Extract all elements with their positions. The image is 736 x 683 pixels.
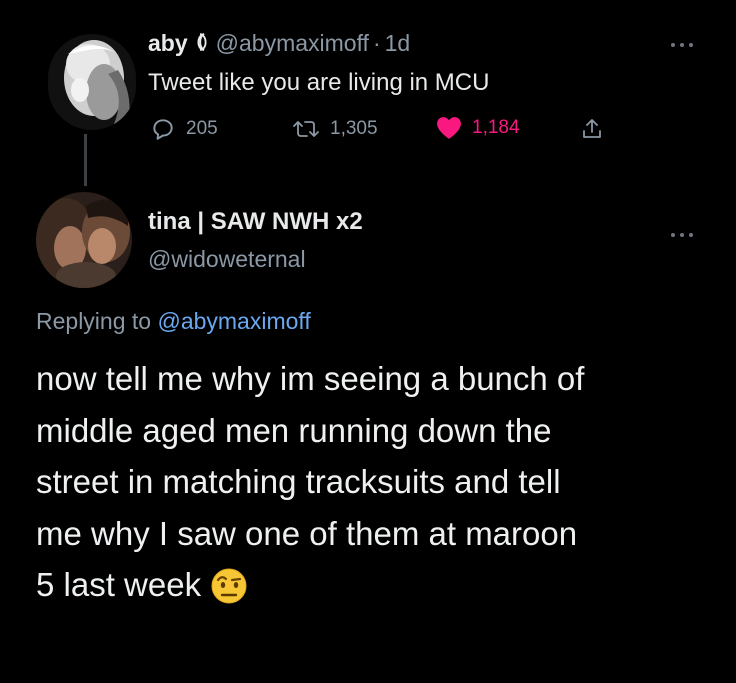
retweet-icon [293, 121, 319, 137]
tweet1-action-bar: 205 1,305 1,184 [148, 116, 618, 146]
tweet1-display-name[interactable]: aby [148, 30, 188, 57]
avatar-aby[interactable] [48, 34, 136, 130]
tweet2-last-line: 5 last week [36, 559, 706, 619]
tweet1-header: aby @abymaximoff · 1d [148, 30, 410, 57]
tweet1-separator: · [372, 30, 381, 56]
retweet-button[interactable]: 1,305 [292, 116, 378, 142]
tweet2-more-button[interactable] [670, 218, 694, 246]
avatar-image [48, 34, 136, 130]
tweet1-time[interactable]: 1d [385, 30, 411, 57]
tweet2-handle[interactable]: @widoweternal [148, 246, 306, 273]
replying-to-link[interactable]: @abymaximoff [157, 308, 310, 334]
tweet2-text-line: middle aged men running down the [36, 411, 552, 449]
like-count: 1,184 [472, 117, 520, 138]
replying-prefix: Replying to [36, 308, 152, 334]
share-icon [583, 119, 601, 138]
reply-icon [153, 119, 173, 140]
tweet2-text-line: 5 last week [36, 566, 202, 603]
thread-connector-line [84, 134, 87, 186]
ellipsis-icon [671, 43, 693, 47]
ellipsis-icon [671, 233, 693, 237]
moon-icon [194, 30, 210, 57]
raised-eyebrow-emoji-icon [211, 567, 247, 619]
reply-button[interactable]: 205 [150, 116, 218, 142]
tweet2-text-line: now tell me why im seeing a bunch of [36, 360, 585, 397]
share-button[interactable] [580, 116, 614, 142]
like-button[interactable]: 1,184 [436, 116, 520, 140]
avatar-image [36, 192, 132, 288]
avatar-tina[interactable] [36, 192, 132, 288]
tweet2-display-name[interactable]: tina | SAW NWH x2 [148, 208, 363, 236]
tweet1-more-button[interactable] [670, 28, 694, 56]
heart-icon [437, 117, 461, 139]
reply-count: 205 [186, 118, 218, 139]
replying-to-line: Replying to @abymaximoff [36, 308, 311, 335]
tweet1-text: Tweet like you are living in MCU [148, 69, 490, 96]
tweet2-text-line: me why I saw one of them at maroon [36, 514, 578, 552]
tweet2-text: now tell me why im seeing a bunch of mid… [36, 353, 706, 619]
tweet1-handle[interactable]: @abymaximoff [216, 30, 369, 57]
tweet2-text-line: street in matching tracksuits and tell [36, 463, 561, 500]
retweet-count: 1,305 [330, 118, 378, 139]
